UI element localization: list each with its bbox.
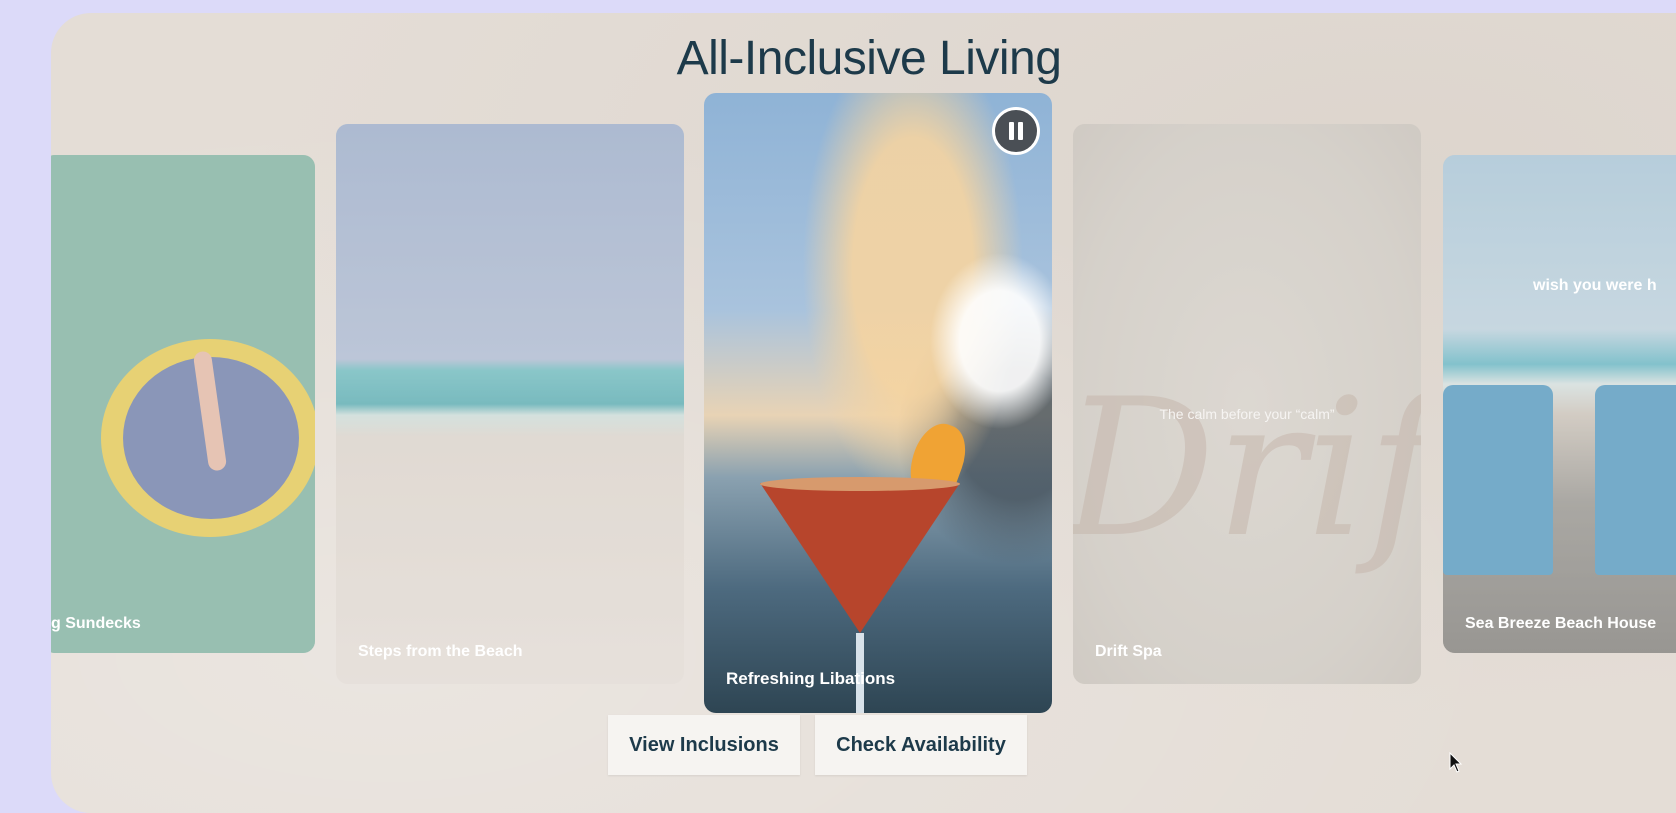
carousel-card-beach-house[interactable]: wish you were h Sea Breeze Beach House: [1443, 155, 1676, 653]
card-fade-overlay: [51, 155, 315, 653]
cocktail-glass-image: [760, 483, 960, 633]
check-availability-button[interactable]: Check Availability: [815, 715, 1027, 775]
carousel-card-beach[interactable]: Steps from the Beach: [336, 124, 684, 684]
card-caption: Sea Breeze Beach House: [1465, 615, 1657, 632]
cocktail-rim-image: [760, 477, 960, 491]
carousel-card-sundecks[interactable]: g Sundecks: [51, 155, 315, 653]
card-caption: Drift Spa: [1095, 643, 1162, 660]
card-overlay-text: wish you were h: [1533, 277, 1657, 294]
card-fade-overlay: [1073, 124, 1421, 684]
all-inclusive-section: All-Inclusive Living g Sundecks Steps fr…: [51, 13, 1676, 813]
pause-icon-bar: [1018, 122, 1023, 140]
section-title: All-Inclusive Living: [676, 32, 1062, 85]
card-caption: g Sundecks: [51, 615, 141, 632]
mouse-pointer-icon: [1449, 752, 1463, 773]
card-fade-overlay: [336, 124, 684, 684]
card-caption: Refreshing Libations: [726, 669, 896, 688]
carousel-card-spa[interactable]: Drift The calm before your “calm” Drift …: [1073, 124, 1421, 684]
carousel-card-libations-active[interactable]: Refreshing Libations: [704, 93, 1052, 713]
view-inclusions-button[interactable]: View Inclusions: [608, 715, 800, 775]
card-fade-overlay: [1443, 155, 1676, 653]
pause-icon: [1009, 122, 1014, 140]
pause-button[interactable]: [992, 107, 1040, 155]
card-caption: Steps from the Beach: [358, 643, 523, 660]
